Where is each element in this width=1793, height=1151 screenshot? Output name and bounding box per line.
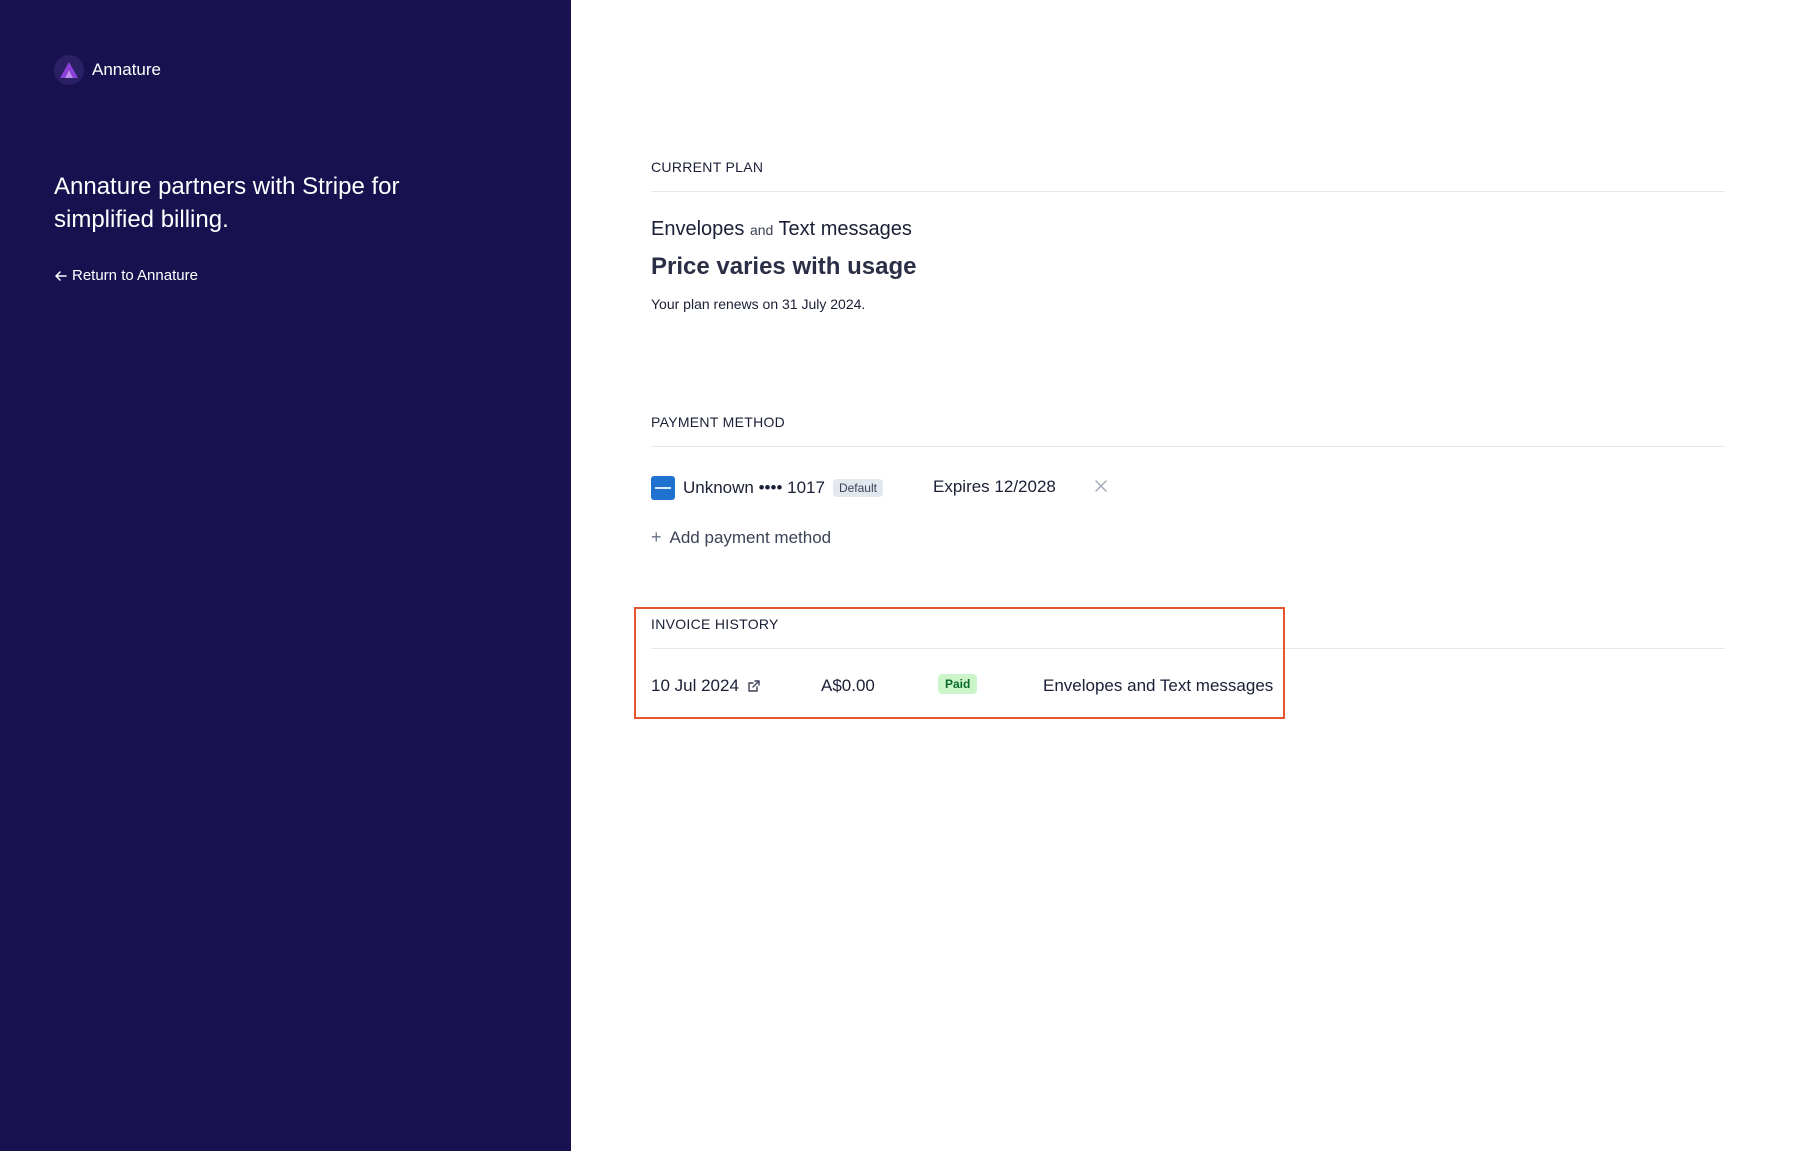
invoice-date-link[interactable]: 10 Jul 2024 [651,676,761,696]
arrow-left-icon [55,270,67,281]
add-payment-method-label: Add payment method [669,527,832,547]
invoice-amount: A$0.00 [821,676,875,695]
plus-icon: + [651,527,662,547]
plan-price: Price varies with usage [651,253,917,280]
brand: Annature [54,55,161,85]
add-payment-method-button[interactable]: + Add payment method [651,527,831,548]
remove-card-icon[interactable] [1093,478,1109,494]
payment-method-heading: PAYMENT METHOD [651,414,1725,447]
plan-joiner: and [749,222,774,238]
plan-renewal-date: Your plan renews on 31 July 2024. [651,296,866,312]
invoice-row: 10 Jul 2024 A$0.00 Paid Envelopes and Te… [651,674,1351,698]
external-link-icon [748,680,760,692]
invoice-history-heading: INVOICE HISTORY [651,616,1725,649]
payment-method-card: Unknown •••• 1017 Default [651,475,883,500]
invoice-description: Envelopes and Text messages [1043,676,1274,695]
billing-main: CURRENT PLAN Envelopes and Text messages… [651,0,1725,1151]
sidebar-headline: Annature partners with Stripe for simpli… [54,173,400,233]
annature-logo-icon [54,55,84,85]
brand-name: Annature [92,60,161,79]
plan-product-2: Text messages [778,218,912,240]
card-expiry: Expires 12/2028 [933,477,1056,496]
amex-card-icon [651,475,675,500]
plan-product-1: Envelopes [651,218,745,240]
current-plan-heading: CURRENT PLAN [651,159,1725,192]
invoice-status-badge: Paid [938,674,978,694]
billing-sidebar: Annature Annature partners with Stripe f… [0,0,571,1151]
invoice-date: 10 Jul 2024 [651,676,739,695]
return-link[interactable]: Return to Annature [54,267,198,284]
return-link-label: Return to Annature [72,267,198,284]
card-label: Unknown •••• 1017 [683,477,825,497]
default-badge: Default [832,478,883,497]
plan-products: Envelopes and Text messages [651,218,912,241]
